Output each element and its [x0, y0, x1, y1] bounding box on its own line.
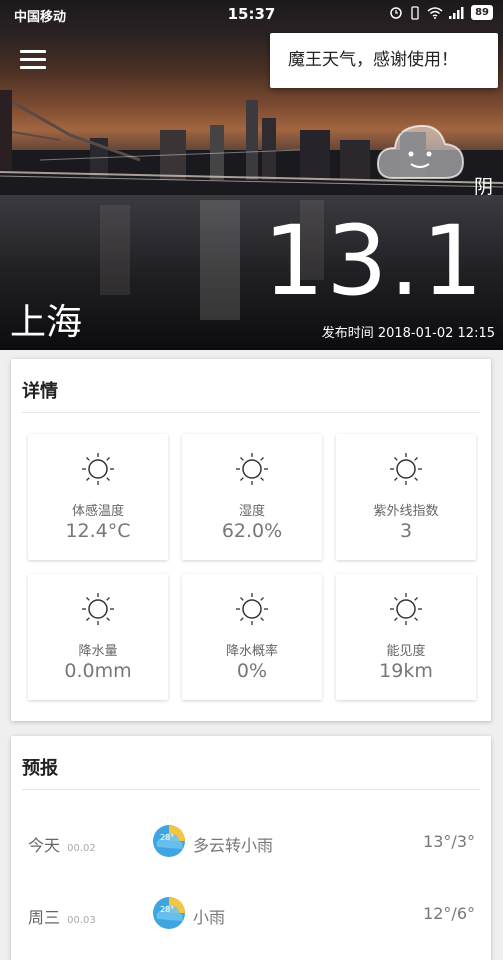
sun-icon: [390, 593, 422, 625]
detail-value: 0.0mm: [64, 660, 132, 682]
details-title: 详情: [22, 381, 58, 402]
sun-icon: [390, 453, 422, 485]
forecast-card: 预报 今天 00.02 28° 多云转小雨 13°/3° 周三 00.03 28…: [11, 736, 491, 960]
day-date: 00.03: [67, 915, 96, 926]
detail-tile-feels-like: 体感温度 12.4°C: [28, 434, 168, 560]
detail-label: 降水概率: [225, 644, 278, 659]
day-name: 今天: [28, 836, 61, 855]
wifi-icon: [427, 6, 443, 19]
publish-time: 发布时间 2018-01-02 12:15: [322, 322, 495, 341]
detail-value: 19km: [379, 660, 433, 682]
cloudy-rain-icon: 28°: [153, 825, 185, 857]
forecast-range: 13°/3°: [423, 832, 475, 851]
detail-label: 体感温度: [71, 504, 124, 519]
publish-label: 发布时间: [321, 326, 374, 341]
detail-label: 降水量: [78, 644, 118, 659]
forecast-row-wednesday[interactable]: 周三 00.03 28° 小雨 12°/6°: [11, 892, 491, 932]
detail-label: 能见度: [386, 644, 426, 659]
divider: [22, 412, 480, 413]
detail-value: 3: [399, 520, 413, 542]
forecast-condition: 小雨: [193, 908, 226, 927]
forecast-row-today[interactable]: 今天 00.02 28° 多云转小雨 13°/3°: [11, 820, 491, 860]
detail-value: 0%: [236, 660, 268, 682]
status-bar: 中国移动 15:37 89: [0, 0, 503, 28]
detail-tile-humidity: 湿度 62.0%: [182, 434, 322, 560]
forecast-condition: 多云转小雨: [193, 836, 274, 855]
city-name[interactable]: 上海: [10, 293, 82, 345]
sun-icon: [236, 453, 268, 485]
detail-tile-uv-index: 紫外线指数 3: [336, 434, 476, 560]
detail-tile-precip-probability: 降水概率 0%: [182, 574, 322, 700]
detail-tile-visibility: 能见度 19km: [336, 574, 476, 700]
detail-value: 62.0%: [221, 520, 283, 542]
detail-value: 12.4°C: [65, 520, 131, 542]
sun-icon: [236, 593, 268, 625]
forecast-icon-text: 28°: [160, 905, 174, 914]
status-icons: 89: [389, 5, 493, 20]
signal-icon: [449, 6, 464, 19]
day-date: 00.02: [67, 843, 96, 854]
sun-icon: [82, 593, 114, 625]
detail-tile-precipitation: 降水量 0.0mm: [28, 574, 168, 700]
hero-header: 中国移动 15:37 89 魔王天气，感谢使用！ 阴 13.1 上海 发布时间 …: [0, 0, 503, 350]
weather-condition: 阴: [474, 176, 494, 198]
forecast-range: 12°/6°: [423, 904, 475, 923]
sun-icon: [82, 453, 114, 485]
publish-timestamp: 2018-01-02 12:15: [377, 326, 495, 341]
forecast-icon-text: 28°: [160, 833, 174, 842]
battery-indicator: 89: [471, 5, 493, 20]
vibrate-icon: [411, 5, 419, 20]
alarm-icon: [390, 6, 402, 19]
toast-message: 魔王天气，感谢使用！: [270, 33, 498, 88]
day-name: 周三: [28, 908, 61, 927]
details-card: 详情 体感温度 12.4°C 湿度 62.0% 紫外线指数 3 降水量 0.0m…: [11, 359, 491, 721]
current-temperature: 13.1: [263, 205, 485, 317]
menu-icon[interactable]: [20, 50, 46, 70]
forecast-title: 预报: [22, 758, 58, 779]
cloudy-rain-icon: 28°: [153, 897, 185, 929]
detail-label: 紫外线指数: [373, 504, 439, 519]
divider: [22, 789, 480, 790]
forecast-day: 周三 00.03: [28, 904, 96, 928]
detail-label: 湿度: [238, 504, 265, 519]
cloudy-face-icon: [376, 124, 465, 179]
forecast-day: 今天 00.02: [28, 832, 96, 856]
